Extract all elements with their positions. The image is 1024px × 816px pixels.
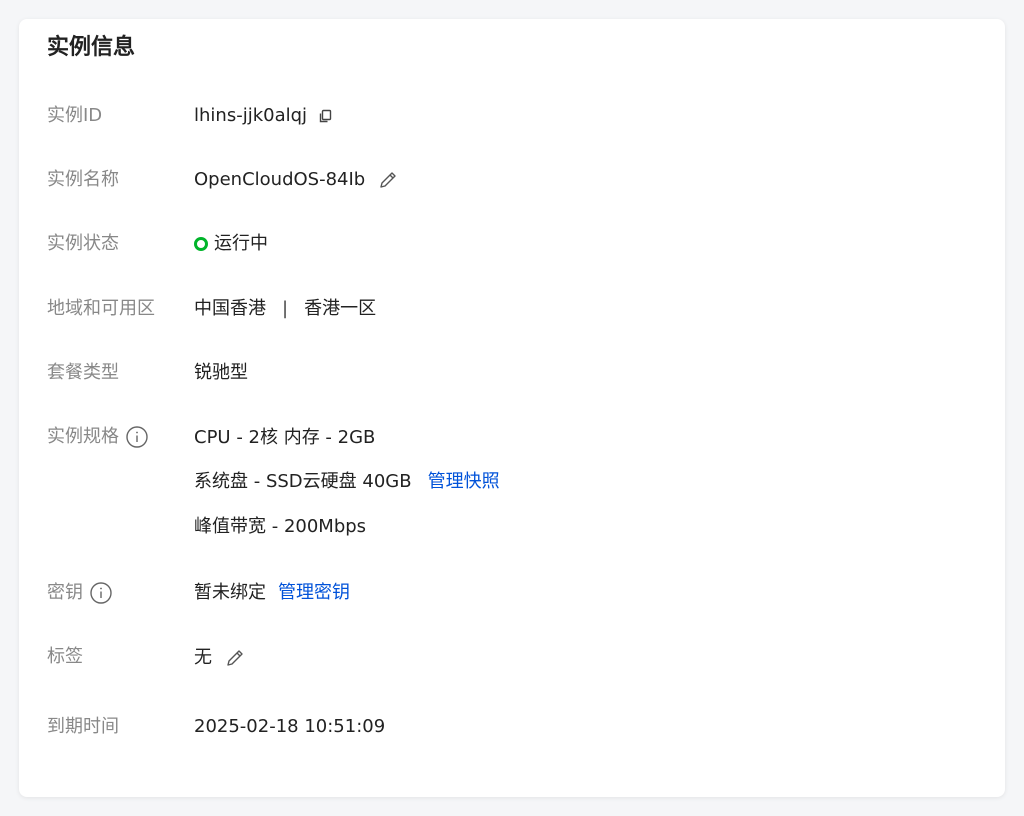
instance-status-row: 运行中 (194, 232, 268, 256)
region-separator: | (282, 298, 289, 319)
region-row: 中国香港 | 香港一区 (194, 297, 376, 321)
card-title: 实例信息 (47, 35, 136, 60)
instance-id-row: lhins-jjk0alqj (194, 104, 333, 128)
tags-row: 无 (194, 646, 246, 670)
expiry-value: 2025-02-18 10:51:09 (194, 716, 386, 737)
tags-value: 无 (194, 647, 212, 668)
system-disk-value: 系统盘 - SSD云硬盘 40GB (194, 471, 412, 492)
instance-name-row: OpenCloudOS-84Ib (194, 168, 399, 192)
status-running-icon (194, 237, 208, 251)
manage-snapshot-link[interactable]: 管理快照 (428, 470, 500, 494)
copy-icon[interactable] (317, 108, 333, 124)
instance-status-value: 运行中 (214, 233, 268, 254)
bandwidth-value: 峰值带宽 - 200Mbps (194, 516, 367, 537)
cpu-memory-value: CPU - 2核 内存 - 2GB (194, 427, 376, 448)
expiry-label: 到期时间 (47, 716, 119, 737)
edit-name-icon[interactable] (377, 169, 399, 191)
key-label: 密钥 (47, 582, 83, 603)
edit-tags-icon[interactable] (224, 647, 246, 669)
instance-id-value: lhins-jjk0alqj (194, 105, 308, 126)
region-value: 中国香港 (194, 298, 266, 319)
spec-info-icon[interactable] (125, 425, 149, 449)
region-label: 地域和可用区 (47, 298, 155, 319)
instance-name-label: 实例名称 (47, 169, 119, 190)
manage-key-link[interactable]: 管理密钥 (278, 581, 350, 605)
package-type-value: 锐驰型 (194, 362, 248, 383)
key-label-row: 密钥 (47, 581, 113, 605)
instance-id-label: 实例ID (47, 105, 103, 126)
instance-status-label: 实例状态 (47, 233, 119, 254)
instance-name-value: OpenCloudOS-84Ib (194, 169, 366, 190)
instance-spec-label: 实例规格 (47, 426, 119, 447)
key-value: 暂未绑定 (194, 582, 266, 603)
zone-value: 香港一区 (304, 298, 377, 319)
package-type-label: 套餐类型 (47, 362, 119, 383)
system-disk-row: 系统盘 - SSD云硬盘 40GB 管理快照 (194, 470, 500, 494)
key-info-icon[interactable] (89, 581, 113, 605)
tags-label: 标签 (47, 646, 83, 667)
key-row: 暂未绑定 管理密钥 (194, 581, 350, 605)
instance-spec-label-row: 实例规格 (47, 425, 149, 449)
instance-info-card: 实例信息 实例ID lhins-jjk0alqj 实例名称 OpenCloudO… (19, 19, 1005, 797)
